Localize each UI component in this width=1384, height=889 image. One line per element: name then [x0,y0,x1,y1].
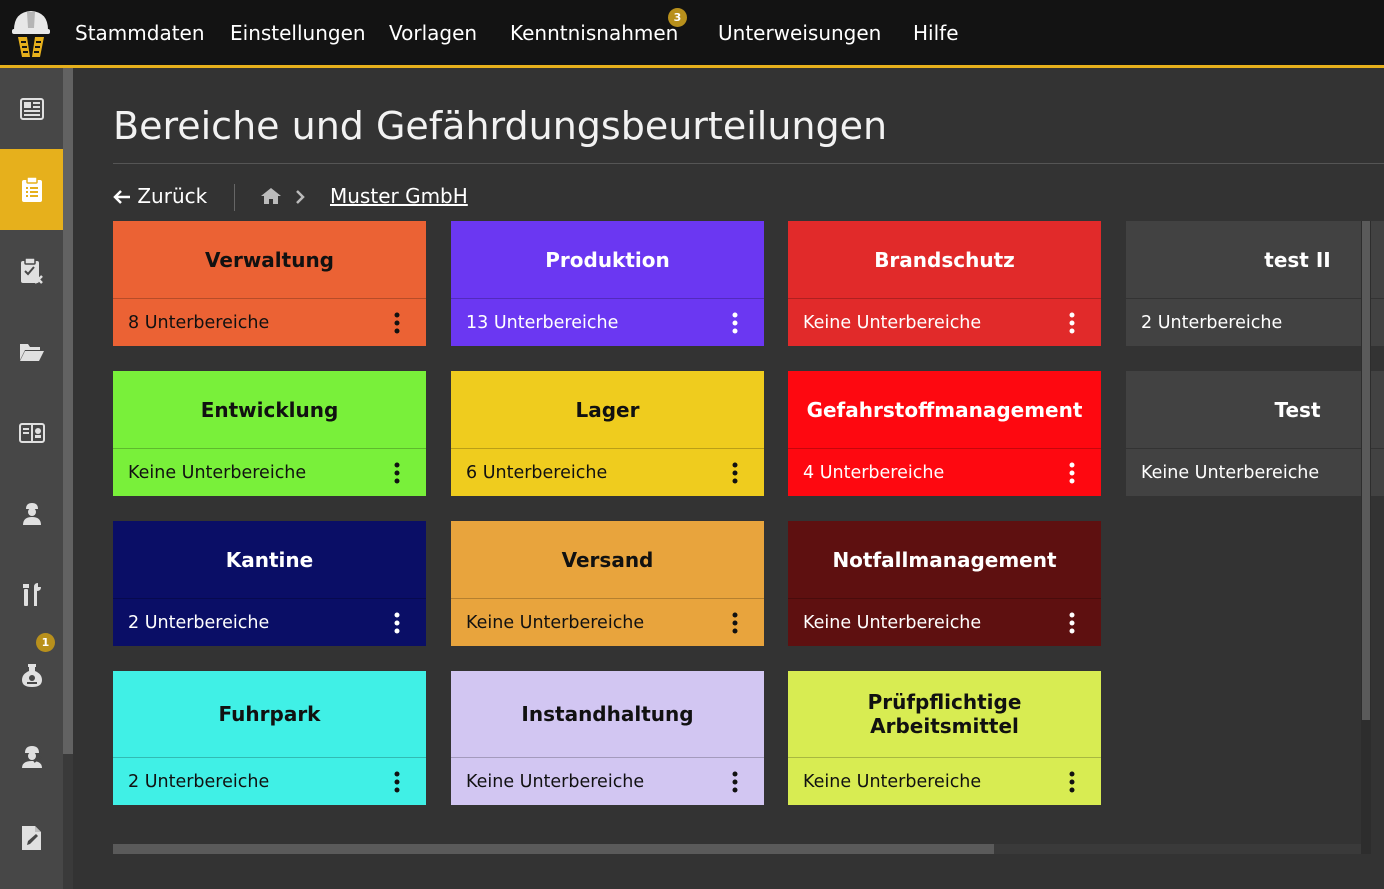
area-card-title: Produktion [545,247,670,272]
back-label: Zurück [137,184,208,208]
app-logo-icon[interactable] [10,6,52,58]
dashboard-icon [19,97,44,120]
gefahrstoffe-count-badge: 1 [36,633,55,652]
nav-hilfe[interactable]: Hilfe [913,0,959,65]
more-vertical-icon[interactable] [1065,449,1079,496]
area-card-subarea-count: 13 Unterbereiche [466,312,619,333]
area-card-title: Fuhrpark [218,702,321,726]
kenntnisnahmen-count-badge: 3 [668,8,687,27]
area-card-subarea-count: 2 Unterbereiche [128,771,270,792]
area-card[interactable]: Produktion 13 Unterbereiche [451,221,764,346]
sidebar-item-unterweiser[interactable] [0,716,63,797]
area-card-subarea-count: Keine Unterbereiche [466,612,645,633]
area-card-title: Prüfpflichtige Arbeitsmittel [867,690,1022,738]
area-card-title: test II [1264,247,1331,272]
hazard-flask-icon [21,663,42,687]
area-card-subarea-count: 2 Unterbereiche [1141,312,1283,333]
nav-vorlagen[interactable]: Vorlagen [389,0,477,65]
breadcrumb-separator [234,184,235,211]
area-card[interactable]: Notfallmanagement Keine Unterbereiche [788,521,1101,646]
sidebar-item-dashboard[interactable] [0,68,63,149]
area-card-title: Entwicklung [200,397,339,422]
sidebar-item-gefahrstoffe[interactable]: 1 [0,633,63,716]
worker-icon [22,502,41,525]
tools-icon [22,582,41,606]
area-card[interactable]: Test Keine Unterbereiche [1126,371,1384,496]
more-vertical-icon[interactable] [1065,599,1079,646]
area-card-subarea-count: Keine Unterbereiche [466,771,645,792]
nav-einstellungen[interactable]: Einstellungen [230,0,366,65]
area-card[interactable]: Prüfpflichtige Arbeitsmittel Keine Unterb… [788,671,1101,805]
sidebar-item-mitarbeiter[interactable] [0,473,63,554]
area-card-title: Test [1274,397,1321,422]
nav-stammdaten[interactable]: Stammdaten [75,0,205,65]
area-card-title: Gefahrstoffmanagement [806,397,1083,422]
sidebar-item-pruefungen[interactable] [0,230,63,311]
nav-unterweisungen[interactable]: Unterweisungen [718,0,881,65]
breadcrumb-company-link[interactable]: Muster GmbH [330,184,468,208]
clipboard-list-icon [21,176,42,202]
area-card-subarea-count: Keine Unterbereiche [1141,462,1320,483]
area-card-title: Verwaltung [205,247,334,272]
area-card[interactable]: Versand Keine Unterbereiche [451,521,764,646]
book-open-icon [18,422,45,443]
area-card[interactable]: Gefahrstoffmanagement 4 Unterbereiche [788,371,1101,496]
area-card[interactable]: Entwicklung Keine Unterbereiche [113,371,426,496]
area-card-title: Lager [575,397,640,422]
home-icon[interactable] [260,187,282,209]
area-card-title: Brandschutz [874,247,1015,272]
top-navigation-bar: Stammdaten Einstellungen Vorlagen Kenntn… [0,0,1384,68]
area-card-title: Versand [561,547,654,572]
sidebar-item-formulare[interactable] [0,797,63,878]
chevron-right-icon [295,189,305,209]
sidebar-item-arbeitsmittel[interactable] [0,554,63,635]
title-divider [113,163,1384,164]
more-vertical-icon[interactable] [1065,758,1079,805]
sidebar-scrollbar-thumb[interactable] [63,68,73,754]
area-card-title: Kantine [225,547,314,572]
area-card-subarea-count: 8 Unterbereiche [128,312,270,333]
more-vertical-icon[interactable] [728,299,742,346]
page-title: Bereiche und Gefährdungsbeurteilungen [113,104,888,148]
sidebar-item-bereiche[interactable] [0,149,63,230]
sidebar-item-unterweisungen[interactable] [0,392,63,473]
more-vertical-icon[interactable] [1065,299,1079,346]
instructor-icon [21,745,42,768]
nav-kenntnisnahmen[interactable]: Kenntnisnahmen [510,0,678,65]
area-card-subarea-count: Keine Unterbereiche [128,462,307,483]
area-card[interactable]: Lager 6 Unterbereiche [451,371,764,496]
area-card[interactable]: Brandschutz Keine Unterbereiche [788,221,1101,346]
area-card-subarea-count: 4 Unterbereiche [803,462,945,483]
area-card[interactable]: test II 2 Unterbereiche [1126,221,1384,346]
area-card[interactable]: Kantine 2 Unterbereiche [113,521,426,646]
back-button[interactable]: Zurück [113,184,207,208]
area-card[interactable]: Fuhrpark 2 Unterbereiche [113,671,426,805]
area-card-title: Notfallmanagement [832,547,1057,572]
area-card[interactable]: Instandhaltung Keine Unterbereiche [451,671,764,805]
sidebar: 1 [0,68,63,889]
more-vertical-icon[interactable] [390,599,404,646]
area-card-title: Instandhaltung [521,702,694,726]
folder-open-icon [19,343,44,361]
clipboard-check-icon [20,257,43,284]
more-vertical-icon[interactable] [390,449,404,496]
document-edit-icon [21,825,41,850]
more-vertical-icon[interactable] [728,758,742,805]
main-horizontal-scrollbar-thumb[interactable] [113,844,994,854]
area-card-subarea-count: 6 Unterbereiche [466,462,608,483]
area-card-subarea-count: Keine Unterbereiche [803,612,982,633]
area-card-subarea-count: Keine Unterbereiche [803,312,982,333]
more-vertical-icon[interactable] [728,449,742,496]
arrow-left-icon [113,184,137,208]
main-vertical-scrollbar-thumb[interactable] [1362,221,1370,720]
area-card-subarea-count: Keine Unterbereiche [803,771,982,792]
more-vertical-icon[interactable] [728,599,742,646]
more-vertical-icon[interactable] [390,758,404,805]
sidebar-item-dokumente[interactable] [0,311,63,392]
more-vertical-icon[interactable] [390,299,404,346]
area-card-subarea-count: 2 Unterbereiche [128,612,270,633]
area-card[interactable]: Verwaltung 8 Unterbereiche [113,221,426,346]
